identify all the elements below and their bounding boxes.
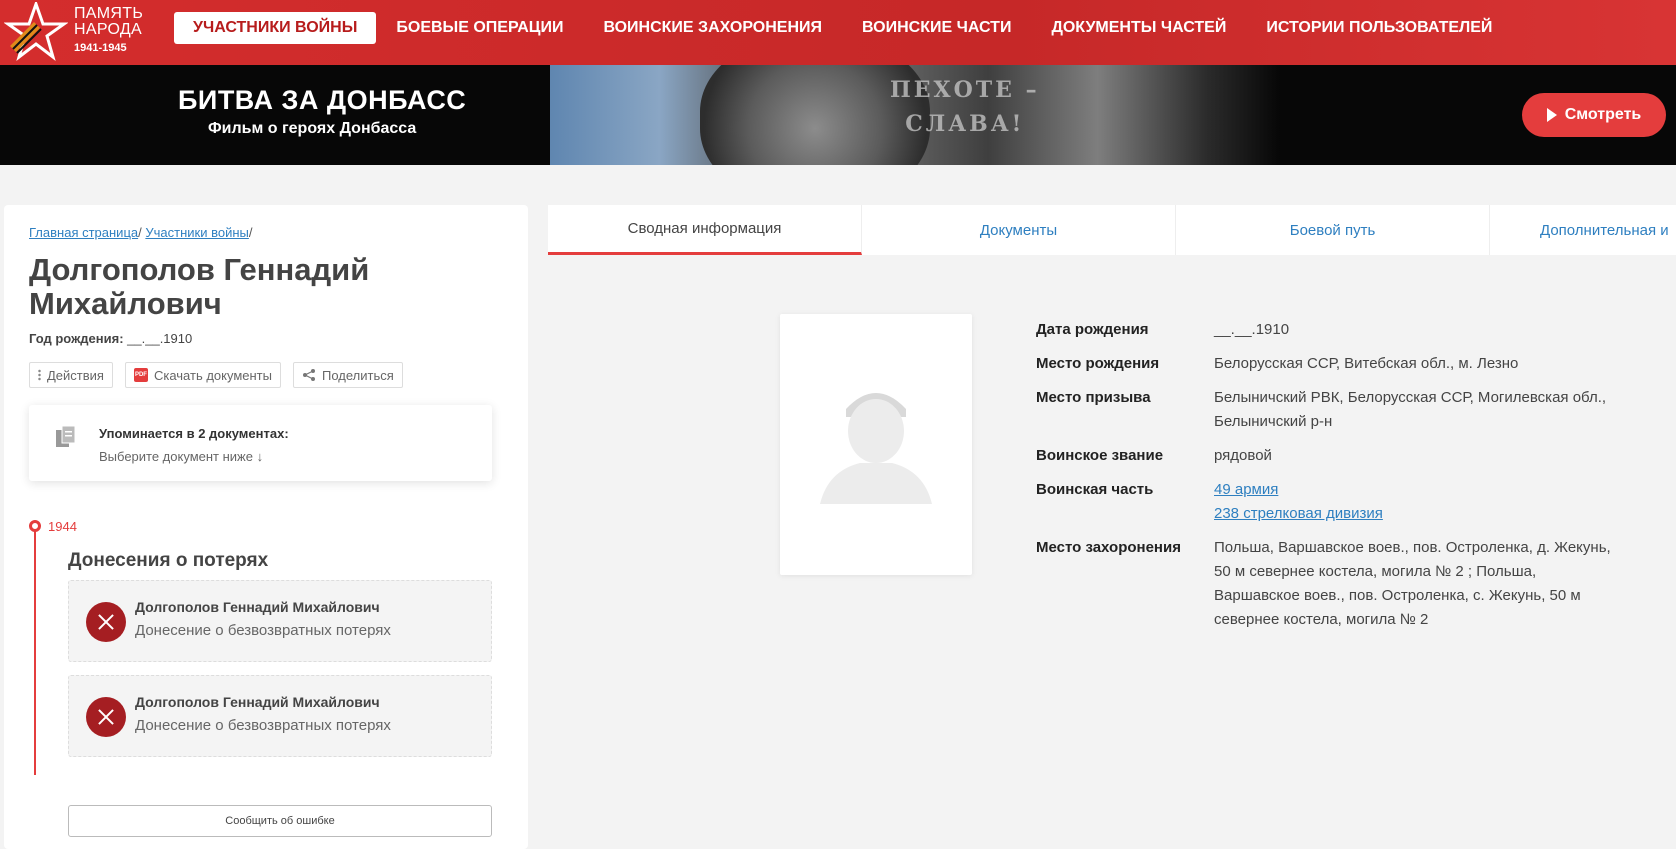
document-person-name: Долгополов Геннадий Михайлович (135, 694, 380, 710)
site-header: ПАМЯТЬ НАРОДА 1941-1945 УЧАСТНИКИ ВОЙНЫ … (0, 0, 1676, 65)
soldier-silhouette-icon (820, 393, 932, 504)
person-info: Дата рождения __.__.1910 Место рождения … (1036, 318, 1616, 642)
logo-title: ПАМЯТЬ НАРОДА (74, 5, 144, 38)
banner-slogan: ПЕХОТЕ – СЛАВА! (890, 77, 1040, 137)
person-photo-placeholder (780, 314, 972, 575)
nav-participants[interactable]: УЧАСТНИКИ ВОЙНЫ (174, 12, 377, 44)
losses-group-title: Донесения о потерях (68, 550, 269, 571)
mentions-panel: Упоминается в 2 документах: Выберите док… (29, 405, 492, 481)
star-ribbon-logo-icon (4, 2, 68, 61)
timeline-dot (29, 520, 41, 532)
document-card[interactable]: Долгополов Геннадий Михайлович Донесение… (68, 675, 492, 757)
report-error-button[interactable]: Сообщить об ошибке (68, 805, 492, 837)
tab-combat-path[interactable]: Боевой путь (1176, 205, 1490, 255)
mentions-subtitle: Выберите документ ниже ↓ (99, 449, 264, 464)
person-tabs: Сводная информация Документы Боевой путь… (548, 205, 1676, 255)
nav-burials[interactable]: ВОИНСКИЕ ЗАХОРОНЕНИЯ (583, 12, 842, 44)
tab-documents[interactable]: Документы (862, 205, 1176, 255)
document-card[interactable]: Долгополов Геннадий Михайлович Донесение… (68, 580, 492, 662)
share-icon (302, 369, 315, 381)
breadcrumb: Главная страница/ Участники войны/ (29, 225, 253, 240)
nav-unit-documents[interactable]: ДОКУМЕНТЫ ЧАСТЕЙ (1031, 12, 1246, 44)
logo-years: 1941-1945 (74, 42, 127, 54)
unit-link-army[interactable]: 49 армия (1214, 478, 1614, 502)
banner-title: БИТВА ЗА ДОНБАСС (178, 85, 467, 115)
share-button[interactable]: Поделиться (292, 362, 403, 388)
timeline-year: 1944 (48, 519, 77, 534)
info-row-rank: Воинское звание рядовой (1036, 447, 1272, 464)
mentions-title: Упоминается в 2 документах: (99, 426, 289, 441)
close-circle-icon (86, 697, 126, 737)
nav-units[interactable]: ВОИНСКИЕ ЧАСТИ (842, 12, 1031, 44)
person-card: Главная страница/ Участники войны/ Долго… (4, 205, 528, 849)
document-type: Донесение о безвозвратных потерях (135, 622, 391, 639)
document-type: Донесение о безвозвратных потерях (135, 717, 391, 734)
info-row-birth-date: Дата рождения __.__.1910 (1036, 321, 1290, 338)
unit-link-division[interactable]: 238 стрелковая дивизия (1214, 502, 1614, 526)
info-row-birth-place: Место рождения Белорусская ССР, Витебска… (1036, 355, 1519, 372)
nav-user-stories[interactable]: ИСТОРИИ ПОЛЬЗОВАТЕЛЕЙ (1246, 12, 1512, 44)
watch-button[interactable]: Смотреть (1522, 93, 1666, 137)
site-logo[interactable]: ПАМЯТЬ НАРОДА 1941-1945 (4, 2, 154, 62)
breadcrumb-home[interactable]: Главная страница (29, 225, 138, 240)
documents-icon (56, 425, 76, 447)
tab-summary[interactable]: Сводная информация (548, 205, 862, 255)
action-buttons: Действия PDF Скачать документы Поделитьс… (29, 362, 403, 388)
main-nav: УЧАСТНИКИ ВОЙНЫ БОЕВЫЕ ОПЕРАЦИИ ВОИНСКИЕ… (174, 12, 1512, 44)
info-row-unit: Воинская часть 49 армия 238 стрелковая д… (1036, 478, 1616, 526)
tab-additional[interactable]: Дополнительная и (1490, 205, 1676, 255)
timeline-line (34, 525, 36, 775)
play-icon (1546, 108, 1557, 122)
banner-subtitle: Фильм о героях Донбасса (208, 120, 417, 137)
breadcrumb-participants[interactable]: Участники войны (145, 225, 249, 240)
promo-banner[interactable]: ПЕХОТЕ – СЛАВА! БИТВА ЗА ДОНБАСС Фильм о… (0, 65, 1676, 165)
document-person-name: Долгополов Геннадий Михайлович (135, 599, 380, 615)
info-row-draft-place: Место призыва Белыничский РВК, Белорусск… (1036, 389, 1607, 430)
person-name: Долгополов Геннадий Михайлович (29, 252, 370, 321)
watch-button-label: Смотреть (1564, 106, 1642, 123)
close-circle-icon (86, 602, 126, 642)
more-dots-icon (38, 369, 41, 381)
info-row-burial: Место захоронения Польша, Варшавское вое… (1036, 539, 1611, 628)
actions-button[interactable]: Действия (29, 362, 113, 388)
pdf-icon: PDF (133, 368, 148, 382)
birth-year: Год рождения: __.__.1910 (29, 331, 193, 346)
nav-operations[interactable]: БОЕВЫЕ ОПЕРАЦИИ (376, 12, 583, 44)
download-documents-button[interactable]: PDF Скачать документы (124, 362, 281, 388)
